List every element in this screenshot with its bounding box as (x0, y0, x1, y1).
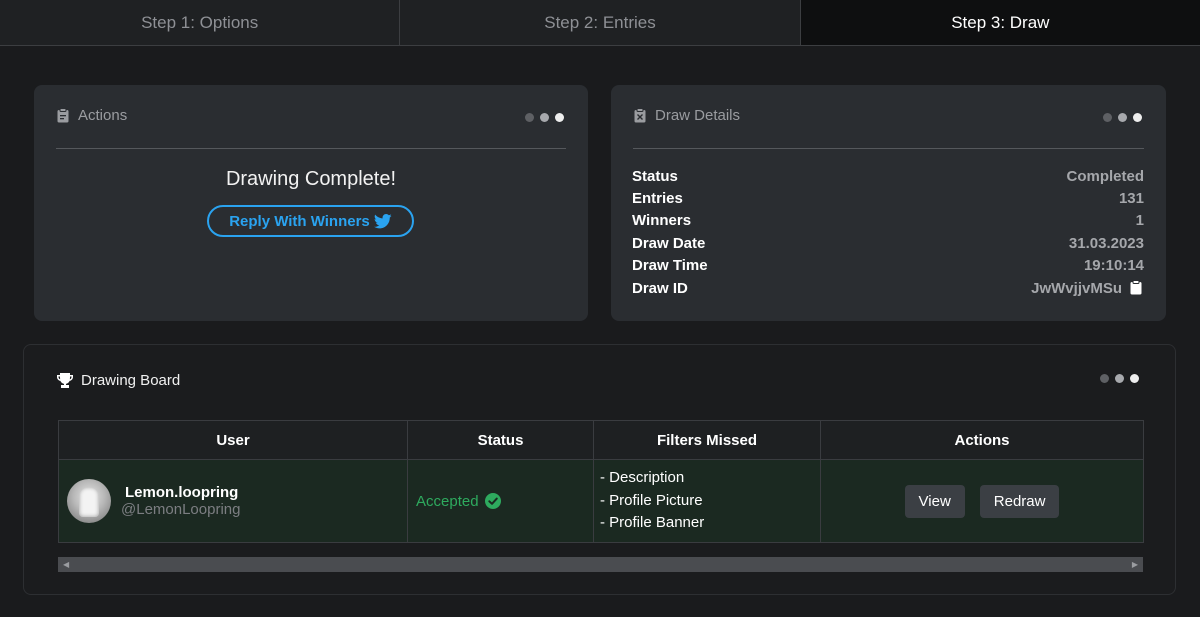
scroll-left-icon[interactable]: ◀ (63, 560, 69, 569)
scroll-right-icon[interactable]: ▶ (1132, 560, 1138, 569)
drawing-complete-text: Drawing Complete! (225, 168, 397, 190)
detail-row-draw-time: Draw Time 19:10:14 (632, 255, 1144, 277)
draw-details-card: Draw Details Status Completed Entries 13… (611, 85, 1166, 321)
detail-label: Draw Date (632, 234, 706, 252)
reply-with-winners-button[interactable]: Reply With Winners (207, 205, 414, 237)
detail-row-draw-date: Draw Date 31.03.2023 (632, 232, 1144, 254)
details-list: Status Completed Entries 131 Winners 1 D… (632, 165, 1144, 299)
board-header: Drawing Board (57, 369, 1139, 391)
draw-id-text: JwWvjjvMSu (1031, 279, 1122, 297)
detail-label: Draw Time (632, 257, 708, 275)
trophy-icon (57, 372, 73, 388)
dot-indicator (555, 113, 564, 122)
detail-label: Winners (632, 212, 692, 230)
avatar[interactable] (67, 479, 111, 523)
detail-label: Entries (632, 190, 683, 208)
redraw-button[interactable]: Redraw (979, 484, 1060, 518)
actions-card-menu[interactable] (525, 113, 564, 122)
details-title-text: Draw Details (655, 107, 741, 124)
filter-item: - Description (600, 469, 685, 487)
user-name: Lemon.loopring (125, 484, 239, 501)
winners-table: User Status Filters Missed Actions Lemon… (58, 420, 1144, 543)
detail-value: 1 (1135, 212, 1144, 230)
table-header-row: User Status Filters Missed Actions (58, 420, 1144, 460)
detail-label: Status (632, 167, 678, 185)
step-entries-tab[interactable]: Step 2: Entries (400, 0, 801, 45)
board-title-text: Drawing Board (81, 371, 181, 389)
detail-value: 19:10:14 (1083, 257, 1144, 275)
user-info: Lemon.loopring @LemonLoopring (121, 484, 240, 518)
dot-indicator (1115, 374, 1124, 383)
reply-button-label: Reply With Winners (229, 212, 370, 230)
detail-label: Draw ID (632, 279, 688, 297)
filter-item: - Profile Picture (600, 491, 703, 509)
status-text: Accepted (416, 492, 479, 510)
steps-bar: Step 1: Options Step 2: Entries Step 3: … (0, 0, 1200, 46)
step-draw-tab[interactable]: Step 3: Draw (800, 0, 1200, 45)
table-row: Lemon.loopring @LemonLoopring Accepted -… (58, 459, 1144, 543)
twitter-icon (373, 213, 392, 229)
column-header-actions: Actions (820, 420, 1144, 460)
dot-indicator (525, 113, 534, 122)
filter-item: - Profile Banner (600, 514, 705, 532)
detail-row-draw-id: Draw ID JwWvjjvMSu (632, 277, 1144, 299)
detail-row-status: Status Completed (632, 165, 1144, 187)
dot-indicator (540, 113, 549, 122)
dot-indicator (1100, 374, 1109, 383)
details-card-title: Draw Details (633, 107, 740, 124)
dot-indicator (1103, 113, 1112, 122)
clipboard-icon (56, 108, 70, 124)
clipboard-x-icon (633, 108, 647, 124)
step-options-tab[interactable]: Step 1: Options (0, 0, 401, 45)
column-header-filters: Filters Missed (593, 420, 821, 460)
user-handle[interactable]: @LemonLoopring (121, 501, 240, 518)
copy-icon[interactable] (1130, 280, 1144, 296)
dot-indicator (1118, 113, 1127, 122)
board-title: Drawing Board (57, 372, 180, 389)
winners-table-wrapper: User Status Filters Missed Actions Lemon… (58, 420, 1144, 543)
dot-indicator (1133, 113, 1142, 122)
details-card-menu[interactable] (1103, 113, 1142, 122)
view-button[interactable]: View (904, 484, 965, 518)
horizontal-scrollbar[interactable]: ◀ ▶ (58, 557, 1143, 572)
detail-row-winners: Winners 1 (632, 210, 1144, 232)
details-card-header: Draw Details (633, 107, 1144, 149)
actions-cell: View Redraw (820, 459, 1144, 543)
detail-value: 31.03.2023 (1068, 234, 1144, 252)
board-card-menu[interactable] (1100, 374, 1139, 383)
status-cell: Accepted (407, 459, 594, 543)
actions-card: Actions Drawing Complete! Reply With Win… (34, 85, 588, 321)
drawing-board-card: Drawing Board User Status Filters Missed… (23, 344, 1176, 595)
detail-value: Completed (1066, 167, 1144, 185)
filters-cell: - Description - Profile Picture - Profil… (593, 459, 821, 543)
detail-value-draw-id: JwWvjjvMSu (1031, 280, 1144, 297)
column-header-user: User (58, 420, 408, 460)
detail-value: 131 (1118, 190, 1144, 208)
actions-card-title: Actions (56, 107, 127, 124)
column-header-status: Status (407, 420, 594, 460)
check-circle-icon (484, 493, 501, 509)
dot-indicator (1130, 374, 1139, 383)
user-cell: Lemon.loopring @LemonLoopring (58, 459, 408, 543)
detail-row-entries: Entries 131 (632, 187, 1144, 209)
actions-title-text: Actions (78, 107, 128, 124)
actions-card-header: Actions (56, 107, 566, 149)
